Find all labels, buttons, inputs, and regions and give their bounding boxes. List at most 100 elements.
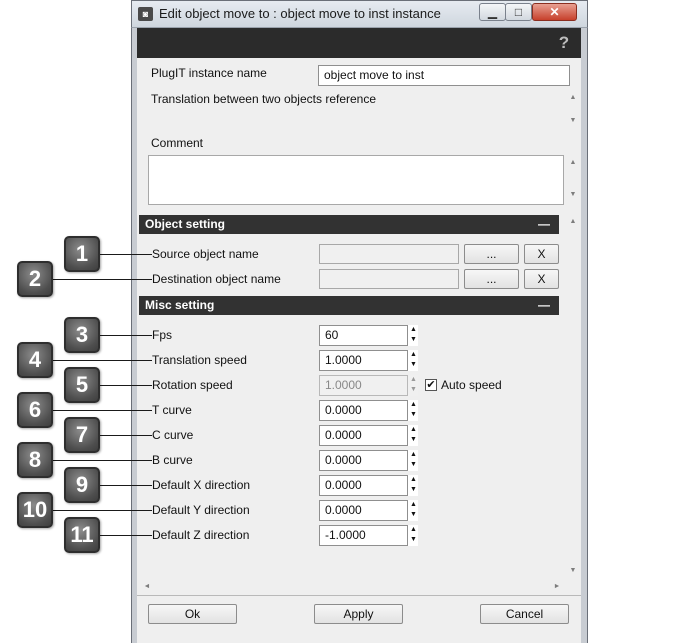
default-x-input[interactable]: 0.0000 — [319, 475, 418, 496]
b-curve-label: B curve — [152, 453, 193, 467]
footer-divider — [137, 595, 581, 596]
source-object-label: Source object name — [152, 247, 259, 261]
t-curve-spinner[interactable]: ▲ ▼ — [407, 400, 418, 421]
callout-badge-11: 11 — [64, 517, 100, 553]
fps-input[interactable]: 60 — [319, 325, 418, 346]
spin-up-icon[interactable]: ▲ — [409, 325, 418, 335]
spin-down-icon[interactable]: ▼ — [409, 460, 418, 470]
destination-object-field — [319, 269, 459, 289]
auto-speed-label: Auto speed — [441, 378, 502, 392]
spin-up-icon[interactable]: ▲ — [409, 525, 418, 535]
description-scroll-up-icon[interactable]: ▲ — [568, 93, 578, 103]
auto-speed-checkbox[interactable]: ✔ — [425, 379, 437, 391]
translation-speed-spinner[interactable]: ▲ ▼ — [407, 350, 418, 371]
translation-speed-label: Translation speed — [152, 353, 247, 367]
default-y-spinner[interactable]: ▲ ▼ — [407, 500, 418, 521]
callout-leader — [53, 360, 152, 361]
help-icon[interactable]: ? — [556, 33, 572, 53]
callout-leader — [53, 410, 152, 411]
panel-scroll-down-icon[interactable]: ▼ — [568, 566, 578, 576]
spin-up-icon[interactable]: ▲ — [409, 475, 418, 485]
object-setting-collapse-icon[interactable]: — — [538, 215, 550, 234]
destination-clear-button[interactable]: X — [524, 269, 559, 289]
misc-setting-header[interactable]: Misc setting — — [139, 296, 559, 315]
comment-scroll-down-icon[interactable]: ▼ — [568, 190, 578, 200]
default-y-input[interactable]: 0.0000 — [319, 500, 418, 521]
callout-badge-5: 5 — [64, 367, 100, 403]
spin-down-icon[interactable]: ▼ — [409, 435, 418, 445]
spin-up-icon[interactable]: ▲ — [409, 400, 418, 410]
description-scroll-down-icon[interactable]: ▼ — [568, 116, 578, 126]
default-z-spinner[interactable]: ▲ ▼ — [407, 525, 418, 546]
comment-label: Comment — [151, 136, 204, 150]
destination-browse-button[interactable]: ... — [464, 269, 519, 289]
callout-leader — [53, 460, 152, 461]
misc-setting-title: Misc setting — [145, 298, 215, 312]
ok-button[interactable]: Ok — [148, 604, 237, 624]
callout-badge-7: 7 — [64, 417, 100, 453]
dialog-header-bar — [137, 28, 581, 58]
cancel-button[interactable]: Cancel — [480, 604, 569, 624]
default-x-label: Default X direction — [152, 478, 251, 492]
c-curve-spinner[interactable]: ▲ ▼ — [407, 425, 418, 446]
rotation-speed-spinner: ▲ ▼ — [407, 375, 418, 396]
source-browse-button[interactable]: ... — [464, 244, 519, 264]
source-object-field — [319, 244, 459, 264]
fps-spinner[interactable]: ▲ ▼ — [407, 325, 418, 346]
spin-down-icon: ▼ — [410, 386, 417, 393]
spin-up-icon[interactable]: ▲ — [409, 500, 418, 510]
apply-button[interactable]: Apply — [314, 604, 403, 624]
misc-setting-collapse-icon[interactable]: — — [538, 296, 550, 315]
callout-badge-1: 1 — [64, 236, 100, 272]
callout-badge-8: 8 — [17, 442, 53, 478]
instance-name-input[interactable]: object move to inst — [318, 65, 570, 86]
panel-scroll-right-icon[interactable]: ► — [552, 582, 562, 592]
callout-leader — [100, 335, 152, 336]
destination-object-label: Destination object name — [152, 272, 281, 286]
callout-badge-4: 4 — [17, 342, 53, 378]
translation-speed-input[interactable]: 1.0000 — [319, 350, 418, 371]
close-button[interactable]: ✕ — [532, 3, 577, 21]
panel-scroll-left-icon[interactable]: ◄ — [142, 582, 152, 592]
callout-leader — [100, 535, 152, 536]
comment-textarea[interactable] — [148, 155, 564, 205]
spin-down-icon[interactable]: ▼ — [409, 535, 418, 545]
rotation-speed-label: Rotation speed — [152, 378, 233, 392]
source-clear-button[interactable]: X — [524, 244, 559, 264]
maximize-button[interactable]: □ — [505, 3, 532, 21]
b-curve-input[interactable]: 0.0000 — [319, 450, 418, 471]
object-setting-title: Object setting — [145, 217, 226, 231]
default-y-label: Default Y direction — [152, 503, 250, 517]
callout-leader — [53, 279, 152, 280]
app-icon: ◙ — [138, 7, 153, 21]
t-curve-input[interactable]: 0.0000 — [319, 400, 418, 421]
b-curve-spinner[interactable]: ▲ ▼ — [407, 450, 418, 471]
c-curve-label: C curve — [152, 428, 194, 442]
spin-down-icon[interactable]: ▼ — [409, 485, 418, 495]
default-z-input[interactable]: -1.0000 — [319, 525, 418, 546]
callout-leader — [53, 510, 152, 511]
spin-up-icon[interactable]: ▲ — [409, 425, 418, 435]
spin-down-icon[interactable]: ▼ — [409, 360, 418, 370]
object-setting-header[interactable]: Object setting — — [139, 215, 559, 234]
minimize-button[interactable]: ▁ — [479, 3, 506, 21]
spin-down-icon[interactable]: ▼ — [409, 335, 418, 345]
callout-leader — [100, 485, 152, 486]
callout-leader — [100, 435, 152, 436]
description-text: Translation between two objects referenc… — [151, 92, 377, 106]
panel-scroll-up-icon[interactable]: ▲ — [568, 217, 578, 227]
spin-up-icon[interactable]: ▲ — [409, 450, 418, 460]
spin-down-icon[interactable]: ▼ — [409, 410, 418, 420]
window-title: Edit object move to : object move to ins… — [159, 6, 441, 21]
c-curve-input[interactable]: 0.0000 — [319, 425, 418, 446]
default-x-spinner[interactable]: ▲ ▼ — [407, 475, 418, 496]
instance-name-label: PlugIT instance name — [151, 66, 267, 80]
callout-leader — [100, 254, 152, 255]
spin-up-icon[interactable]: ▲ — [409, 350, 418, 360]
fps-label: Fps — [152, 328, 173, 342]
callout-badge-6: 6 — [17, 392, 53, 428]
callout-badge-9: 9 — [64, 467, 100, 503]
comment-scroll-up-icon[interactable]: ▲ — [568, 158, 578, 168]
t-curve-label: T curve — [152, 403, 192, 417]
spin-down-icon[interactable]: ▼ — [409, 510, 418, 520]
